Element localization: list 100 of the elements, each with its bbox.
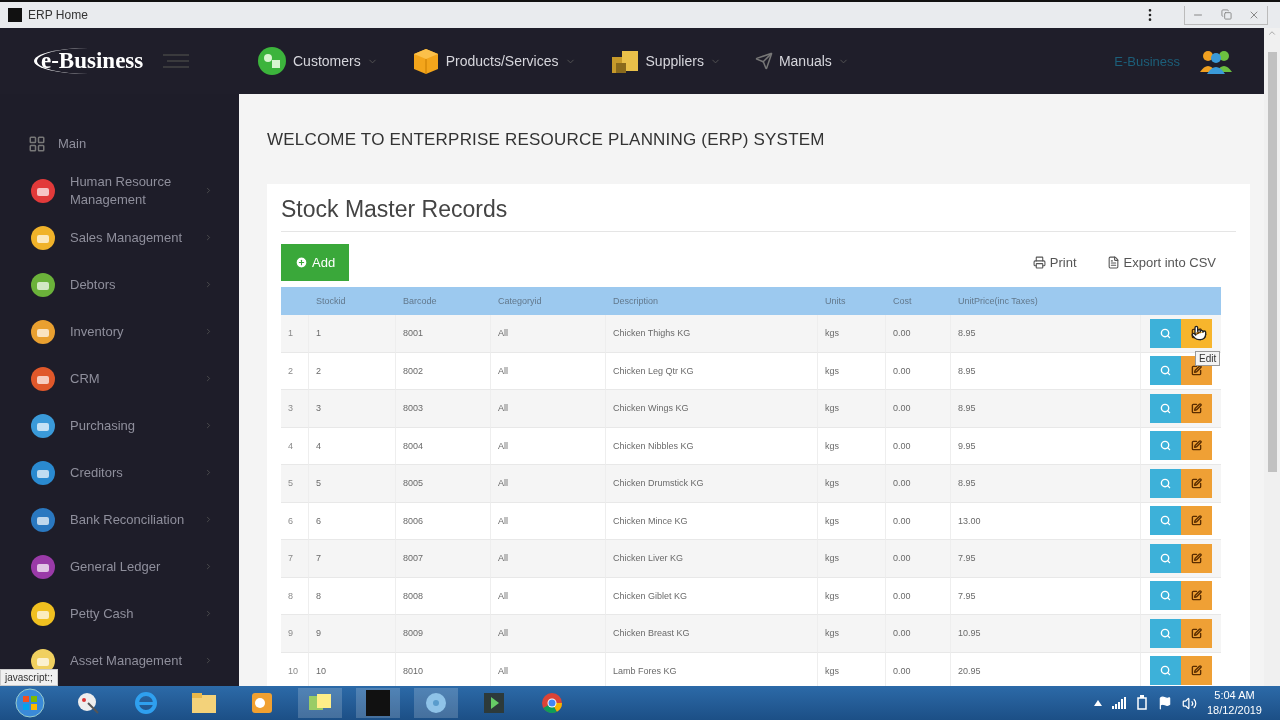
table-cell: Chicken Mince KG [606, 502, 818, 540]
column-header[interactable]: Barcode [396, 287, 491, 315]
edit-button[interactable] [1181, 618, 1212, 648]
edit-button[interactable] [1181, 543, 1212, 573]
restore-icon [1220, 9, 1232, 20]
table-cell: 0.00 [886, 390, 951, 428]
users-icon[interactable] [1198, 48, 1234, 74]
table-cell: kgs [818, 502, 886, 540]
search-icon [1160, 477, 1171, 489]
print-button[interactable]: Print [1026, 254, 1083, 271]
edit-icon [1191, 327, 1202, 339]
folder-drawing-icon [191, 692, 217, 714]
table-cell: 8.95 [951, 352, 1141, 390]
table-cell: 7.95 [951, 577, 1141, 615]
table-cell: kgs [818, 352, 886, 390]
signal-icon[interactable] [1111, 697, 1126, 709]
sidebar-item[interactable]: Bank Reconciliation [70, 510, 192, 529]
table-cell: Chicken Drumstick KG [606, 465, 818, 503]
table-cell: Chicken Breast KG [606, 615, 818, 653]
logo[interactable]: e-Business [34, 48, 144, 74]
edit-button[interactable] [1181, 431, 1212, 461]
notes-app-icon[interactable] [298, 688, 342, 718]
disc-icon [424, 691, 448, 715]
edit-icon [1191, 365, 1202, 377]
nav-link[interactable]: Manuals [778, 53, 832, 69]
edit-button[interactable] [1181, 468, 1212, 498]
flag-icon[interactable] [1157, 696, 1172, 710]
edit-button[interactable] [1181, 393, 1212, 423]
module-icon [28, 505, 58, 534]
scrollbar-thumb[interactable] [1267, 52, 1277, 472]
table-cell: 8004 [396, 427, 491, 465]
sidebar-item[interactable]: Main [58, 134, 213, 153]
column-header[interactable]: Units [818, 287, 886, 315]
search-icon [1160, 327, 1171, 339]
table-cell: 13.00 [951, 502, 1141, 540]
tray-arrow-icon[interactable] [1093, 700, 1102, 706]
edit-button[interactable] [1181, 581, 1212, 611]
crescent-app-icon[interactable] [356, 688, 400, 718]
module-icon [28, 223, 58, 252]
power-icon[interactable] [1135, 695, 1148, 711]
table-cell: kgs [818, 577, 886, 615]
export-button[interactable]: Export into CSV [1100, 254, 1222, 271]
table-cell: 0.00 [886, 315, 951, 353]
edit-button[interactable] [1181, 656, 1212, 686]
sidebar-item[interactable]: General Ledger [70, 557, 192, 576]
nav-link[interactable]: Products/Services [445, 53, 559, 69]
table-cell: 0.00 [886, 502, 951, 540]
table-cell: All [491, 352, 606, 390]
media-app-icon[interactable] [414, 688, 458, 718]
search-icon [1160, 440, 1171, 452]
table-cell: 5 [309, 465, 396, 503]
clock[interactable]: 5:04 AM 18/12/2019 [1206, 688, 1262, 718]
table-cell: Chicken Thighs KG [606, 315, 818, 353]
window-title: ERP Home [28, 8, 89, 22]
table-cell: 0.00 [886, 465, 951, 503]
crescent-icon [366, 690, 390, 716]
windows-logo [15, 688, 45, 718]
row-number: 7 [281, 540, 309, 578]
module-icon [28, 458, 58, 487]
sidebar-item[interactable]: Sales Management [70, 228, 192, 247]
module-icon [28, 270, 58, 299]
nav-link[interactable]: Suppliers [645, 53, 704, 69]
edit-icon [1191, 590, 1202, 602]
row-number: 1 [281, 315, 309, 353]
edit-icon [1191, 552, 1202, 564]
app-icon [8, 8, 22, 22]
module-icon [28, 599, 58, 628]
table-cell: kgs [818, 390, 886, 428]
table-cell: 0.00 [886, 427, 951, 465]
table-cell: 9 [309, 615, 396, 653]
edit-button[interactable] [1181, 506, 1212, 536]
status-url: javascript:; [0, 669, 58, 686]
sidebar-item[interactable]: Debtors [70, 275, 192, 294]
column-header[interactable]: Cost [886, 287, 951, 315]
table-cell: All [491, 502, 606, 540]
column-header[interactable]: Description [606, 287, 818, 315]
box-icon [411, 47, 440, 75]
column-header[interactable]: Categoryid [491, 287, 606, 315]
grid-icon [28, 134, 46, 153]
column-header[interactable]: Stockid [309, 287, 396, 315]
edit-icon [1191, 665, 1202, 677]
sidebar-item[interactable]: Human Resource Management [70, 172, 192, 209]
sidebar-item[interactable]: Purchasing [70, 416, 192, 435]
table-cell: 8001 [396, 315, 491, 353]
add-button[interactable]: Add [281, 244, 350, 281]
sidebar-item[interactable]: CRM [70, 369, 192, 388]
column-header[interactable]: UnitPrice(inc Taxes) [951, 287, 1141, 315]
table-cell: kgs [818, 427, 886, 465]
sidebar-item[interactable]: Asset Management [70, 651, 192, 670]
table-cell: 8008 [396, 577, 491, 615]
volume-icon[interactable] [1181, 695, 1197, 711]
header-cell [281, 287, 309, 315]
search-icon [1160, 552, 1171, 564]
table-cell: 8003 [396, 390, 491, 428]
nav-link[interactable]: Customers [293, 53, 361, 69]
table-cell: 4 [309, 427, 396, 465]
sidebar-item[interactable]: Creditors [70, 463, 192, 482]
row-number: 9 [281, 615, 309, 653]
sidebar-item[interactable]: Inventory [70, 322, 192, 341]
sidebar-item[interactable]: Petty Cash [70, 604, 192, 623]
